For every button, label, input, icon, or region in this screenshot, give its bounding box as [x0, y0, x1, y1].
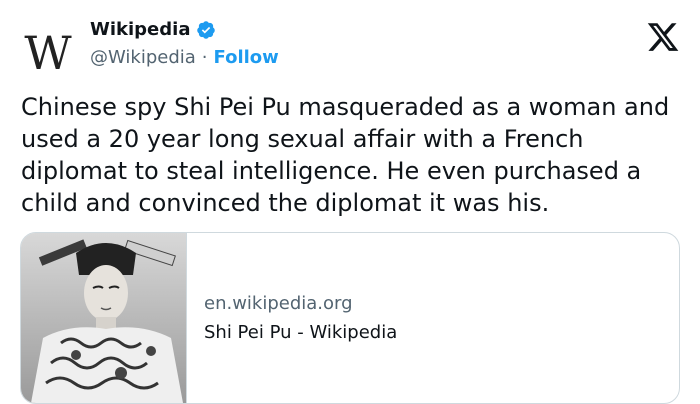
link-card-info: en.wikipedia.org Shi Pei Pu - Wikipedia: [187, 233, 397, 403]
author-handle-row: @Wikipedia · Follow: [90, 47, 279, 68]
link-card-thumbnail: [21, 233, 187, 403]
link-card-title[interactable]: Shi Pei Pu - Wikipedia: [204, 322, 397, 343]
avatar[interactable]: W: [20, 25, 76, 81]
author-handle[interactable]: @Wikipedia: [90, 47, 196, 68]
author-name-row: Wikipedia: [90, 19, 216, 40]
author-display-name[interactable]: Wikipedia: [90, 19, 190, 40]
x-logo-icon[interactable]: [646, 20, 680, 54]
link-card[interactable]: en.wikipedia.org Shi Pei Pu - Wikipedia: [20, 232, 680, 404]
tweet-text: Chinese spy Shi Pei Pu masqueraded as a …: [21, 93, 670, 217]
separator-dot: ·: [201, 47, 208, 68]
wikipedia-logo-icon: W: [24, 26, 71, 80]
link-card-domain: en.wikipedia.org: [204, 293, 353, 314]
follow-button[interactable]: Follow: [214, 47, 279, 68]
verified-badge-icon: [196, 20, 216, 40]
